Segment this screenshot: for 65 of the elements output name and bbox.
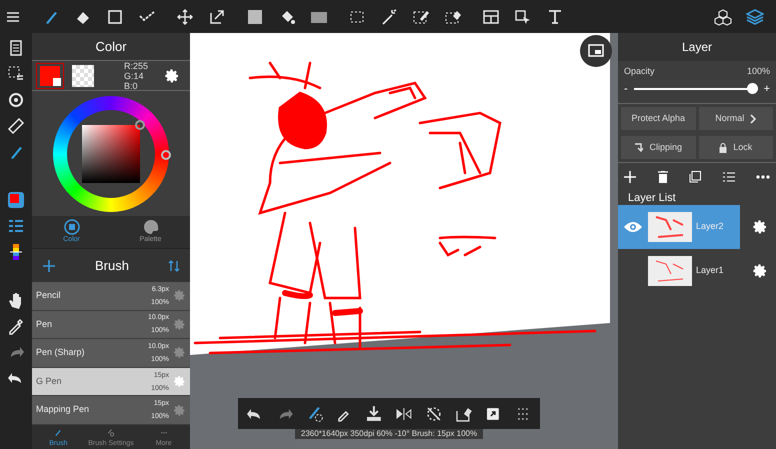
fill-square-icon[interactable]: [246, 8, 264, 26]
settings-icon[interactable]: [164, 68, 180, 84]
eye-icon[interactable]: [623, 221, 643, 233]
brush-name: G Pen: [36, 374, 63, 388]
ruler-icon[interactable]: [7, 117, 25, 135]
brush-name: Pencil: [36, 289, 62, 302]
brush-name: Mapping Pen: [36, 403, 90, 416]
clipping-arrow-icon: [634, 142, 644, 152]
move-icon[interactable]: [176, 8, 194, 26]
picker-handle[interactable]: [135, 120, 145, 130]
text-icon[interactable]: [546, 8, 564, 26]
background-color-swatch[interactable]: [72, 64, 94, 86]
status-text: 2360*1640px 350dpi 60% -10° Brush: 15px 100%: [294, 429, 484, 439]
slider-thumb[interactable]: [746, 83, 758, 94]
panel-title: Color: [32, 33, 190, 61]
layer-name: Layer2: [696, 220, 724, 234]
brush-name: Pen (Sharp): [36, 346, 86, 360]
more-icon[interactable]: [756, 175, 770, 179]
eyedropper-icon[interactable]: [7, 317, 25, 335]
foreground-color-swatch[interactable]: [36, 62, 64, 88]
panel-title: Layer: [618, 33, 776, 61]
hue-handle[interactable]: [161, 150, 171, 160]
clipping-button[interactable]: Clipping: [621, 136, 696, 159]
list-icon[interactable]: [722, 172, 734, 182]
cursor-icon[interactable]: [514, 8, 532, 26]
window-icon[interactable]: [580, 35, 612, 67]
settings-icon[interactable]: [752, 219, 768, 235]
brush-name: Pen: [36, 318, 54, 331]
protect-alpha-button[interactable]: Protect Alpha: [621, 107, 696, 130]
trash-icon[interactable]: [658, 171, 668, 183]
layers-icon[interactable]: [746, 8, 764, 26]
opacity-slider[interactable]: [634, 82, 758, 95]
blend-mode-button[interactable]: Normal: [698, 107, 773, 130]
rotate-icon[interactable]: [7, 91, 25, 109]
color-swatch-icon[interactable]: [7, 191, 25, 209]
opacity-value: 100%: [746, 65, 770, 78]
sort-icon[interactable]: [168, 258, 180, 272]
magic-wand-icon[interactable]: [380, 8, 398, 26]
layer-thumbnail: [648, 256, 692, 286]
transform-icon[interactable]: [208, 8, 226, 26]
rgb-value: B:0: [124, 80, 139, 90]
layout-icon[interactable]: [482, 8, 500, 26]
cubes-icon[interactable]: [714, 8, 732, 26]
layer-name: Layer1: [696, 264, 724, 278]
lock-icon: [719, 142, 728, 152]
increase-button[interactable]: +: [764, 80, 770, 97]
layer-thumbnail: [648, 212, 692, 242]
color-circle-icon: [64, 218, 80, 235]
download-icon[interactable]: [365, 404, 383, 422]
layer-list-title: Layer List: [627, 191, 677, 205]
gradient-bar-icon[interactable]: [7, 243, 25, 261]
duplicate-icon[interactable]: [689, 171, 701, 183]
lock-button[interactable]: Lock: [698, 136, 773, 159]
settings-icon[interactable]: [752, 263, 768, 279]
chevron-right-icon: [750, 114, 756, 124]
rgb-value: G:14: [124, 70, 145, 80]
panel-title: Brush: [94, 256, 130, 275]
rgb-value: R:255: [124, 60, 148, 70]
rotation-reset-icon[interactable]: [424, 404, 443, 422]
list-icon[interactable]: [7, 217, 25, 235]
saturation-square[interactable]: [82, 124, 140, 182]
palette-icon: [142, 218, 158, 235]
decrease-button[interactable]: -: [624, 80, 628, 97]
opacity-label: Opacity: [624, 65, 655, 78]
square-icon[interactable]: [106, 8, 124, 26]
